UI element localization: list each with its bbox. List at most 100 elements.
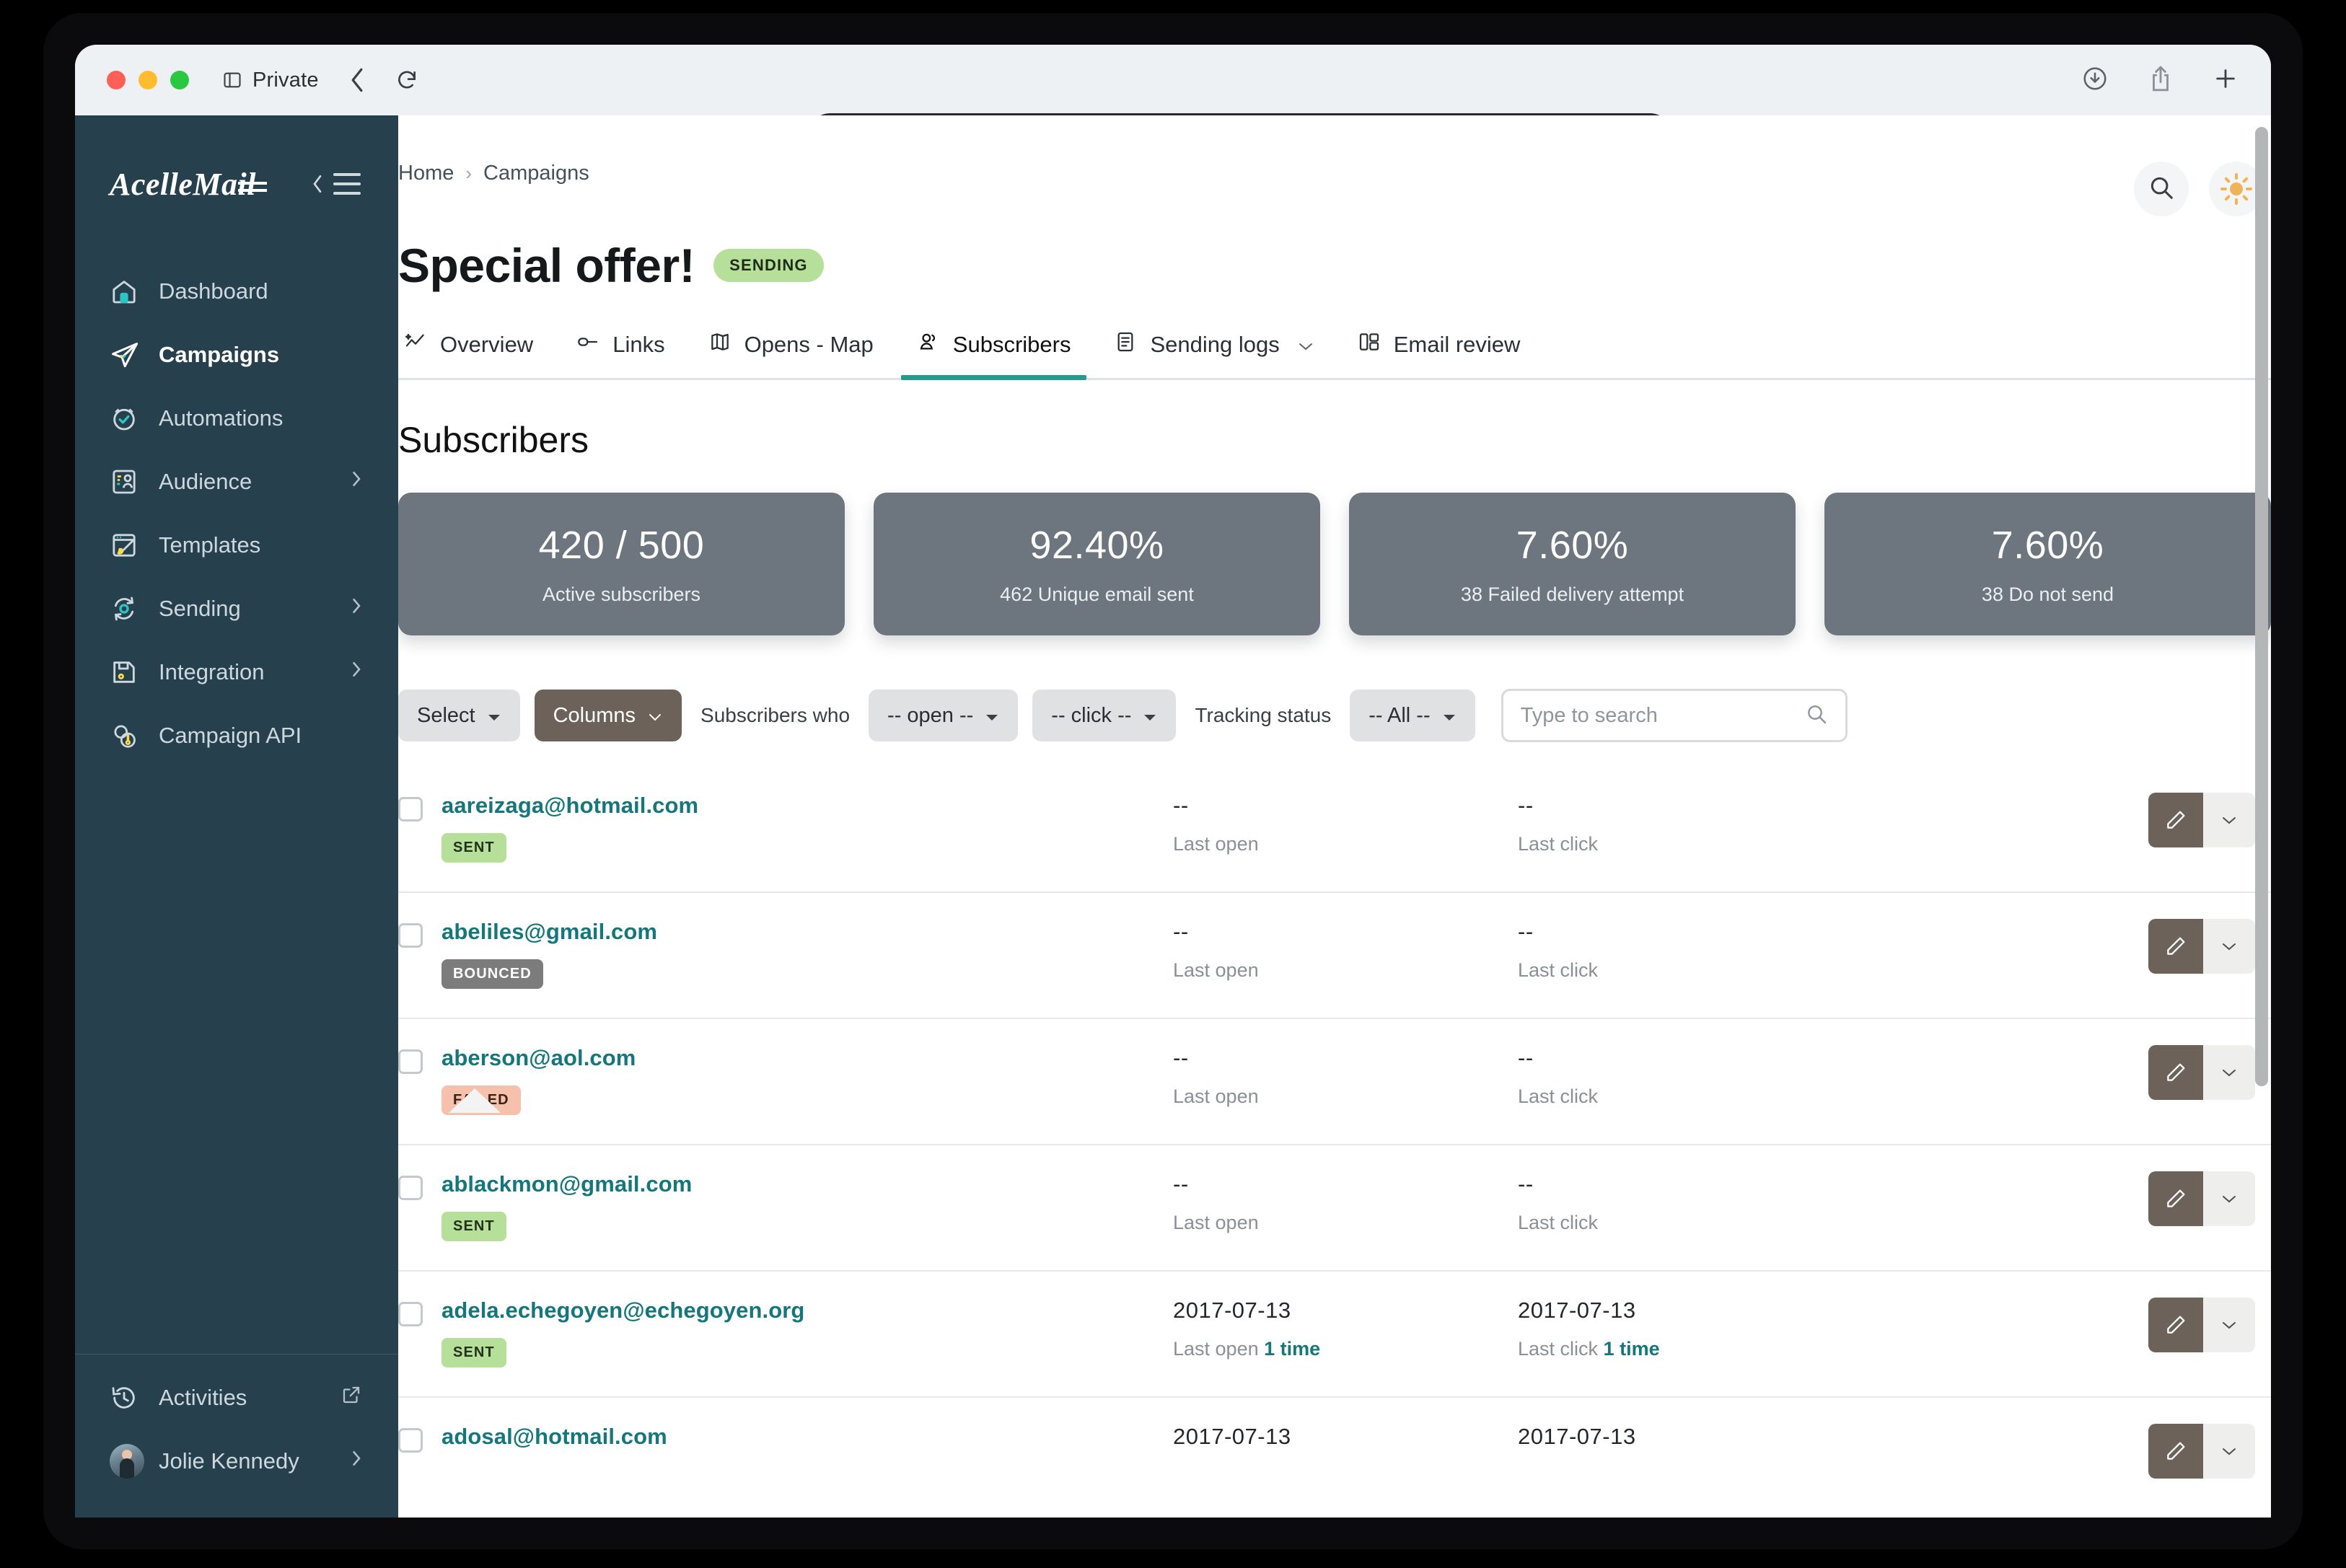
tab-email-review[interactable]: Email review xyxy=(1336,330,1542,378)
browser-nav-buttons[interactable] xyxy=(348,66,418,94)
row-checkbox[interactable] xyxy=(398,1176,423,1200)
table-row[interactable]: adela.echegoyen@echegoyen.org SENT 2017-… xyxy=(398,1272,2271,1398)
browser-toolbar: Private M demo.acellemail.com/campaigns/… xyxy=(75,45,2271,159)
row-checkbox[interactable] xyxy=(398,797,423,822)
search-field-wrapper[interactable] xyxy=(1501,689,1848,742)
row-checkbox[interactable] xyxy=(398,1049,423,1074)
status-badge: SENDING xyxy=(713,249,824,282)
edit-subscriber-button[interactable] xyxy=(2148,1424,2203,1479)
click-filter-dropdown[interactable]: -- click -- xyxy=(1032,690,1177,741)
search-button[interactable] xyxy=(2134,162,2189,216)
sidebar-item-dashboard[interactable]: Dashboard xyxy=(75,260,398,323)
maximize-window-button[interactable] xyxy=(170,71,189,89)
row-checkbox[interactable] xyxy=(398,1302,423,1326)
sidebar-user-menu[interactable]: Jolie Kennedy xyxy=(75,1430,398,1493)
window-traffic-lights[interactable] xyxy=(107,71,189,89)
row-more-button[interactable] xyxy=(2203,1298,2255,1352)
browser-toolbar-actions[interactable] xyxy=(2082,65,2238,96)
tracking-status-value: -- All -- xyxy=(1368,703,1431,727)
sidebar-item-integration[interactable]: Integration xyxy=(75,640,398,704)
row-checkbox[interactable] xyxy=(398,1428,423,1453)
open-filter-dropdown[interactable]: -- open -- xyxy=(869,690,1019,741)
columns-dropdown[interactable]: Columns xyxy=(534,690,682,741)
edit-subscriber-button[interactable] xyxy=(2148,793,2203,847)
tooltip-arrow xyxy=(449,1088,501,1113)
tracking-status-dropdown[interactable]: -- All -- xyxy=(1350,690,1475,741)
edit-subscriber-button[interactable] xyxy=(2148,1171,2203,1226)
sidebar-item-templates[interactable]: Templates xyxy=(75,514,398,577)
breadcrumb-item-campaigns[interactable]: Campaigns xyxy=(483,162,589,185)
row-more-button[interactable] xyxy=(2203,793,2255,847)
page-title: Special offer! xyxy=(398,239,695,292)
tab-opens-map[interactable]: Opens - Map xyxy=(687,330,895,378)
table-row[interactable]: abeliles@gmail.com BOUNCED -- Last open … xyxy=(398,893,2271,1019)
chevron-right-icon xyxy=(349,659,362,686)
back-button[interactable] xyxy=(348,66,366,94)
tab-links[interactable]: Links xyxy=(555,330,686,378)
chevron-down-icon xyxy=(487,704,501,728)
row-more-button[interactable] xyxy=(2203,919,2255,974)
edit-subscriber-button[interactable] xyxy=(2148,919,2203,974)
sending-sync-icon xyxy=(110,594,141,623)
table-row[interactable]: adosal@hotmail.com 2017-07-13 2017-07-13 xyxy=(398,1398,2271,1507)
app-logo[interactable]: Acelle Mail xyxy=(110,166,267,203)
sidebar-collapse-button[interactable] xyxy=(310,172,361,195)
breadcrumb-item-home[interactable]: Home xyxy=(398,162,454,185)
last-open-count: 1 time xyxy=(1264,1338,1321,1360)
subscriber-email-link[interactable]: aberson@aol.com xyxy=(441,1045,1173,1071)
integration-plug-icon xyxy=(110,658,141,687)
minimize-window-button[interactable] xyxy=(139,71,157,89)
people-icon xyxy=(917,330,940,359)
tab-label: Email review xyxy=(1393,332,1521,357)
row-status-badge: SENT xyxy=(441,1338,506,1367)
sidebar-item-audience[interactable]: Audience xyxy=(75,450,398,514)
paper-plane-icon xyxy=(110,340,141,370)
tab-sending-logs[interactable]: Sending logs xyxy=(1092,330,1335,378)
share-icon[interactable] xyxy=(2148,65,2173,96)
sidebar-item-campaigns[interactable]: Campaigns xyxy=(75,323,398,387)
table-row[interactable]: aberson@aol.com FAILED -- Last open -- L… xyxy=(398,1019,2271,1145)
tab-label: Subscribers xyxy=(952,332,1071,357)
sidebar-item-campaign-api[interactable]: Campaign API xyxy=(75,704,398,767)
tab-subscribers[interactable]: Subscribers xyxy=(895,330,1093,380)
last-click-value: -- xyxy=(1518,919,1534,944)
sidebar-item-label: Audience xyxy=(159,469,252,494)
tab-overview[interactable]: Overview xyxy=(398,330,555,378)
cell-actions xyxy=(1863,1298,2271,1352)
select-dropdown[interactable]: Select xyxy=(398,690,520,741)
row-checkbox[interactable] xyxy=(398,923,423,948)
subscriber-email-link[interactable]: adosal@hotmail.com xyxy=(441,1424,1173,1450)
subscriber-email-link[interactable]: abeliles@gmail.com xyxy=(441,919,1173,945)
chevron-down-icon[interactable] xyxy=(1297,332,1314,358)
reload-button[interactable] xyxy=(395,68,418,92)
cell-actions xyxy=(1863,1171,2271,1226)
sidebar-item-sending[interactable]: Sending xyxy=(75,577,398,640)
private-browsing-indicator[interactable]: Private xyxy=(222,69,319,92)
stat-card-active-subscribers: 420 / 500 Active subscribers xyxy=(398,493,845,635)
page-scrollbar[interactable] xyxy=(2255,127,2268,1086)
edit-subscriber-button[interactable] xyxy=(2148,1298,2203,1352)
clock-check-icon xyxy=(110,404,141,433)
downloads-icon[interactable] xyxy=(2082,66,2108,95)
subscriber-email-link[interactable]: ablackmon@gmail.com xyxy=(441,1171,1173,1197)
new-tab-icon[interactable] xyxy=(2213,66,2238,94)
sidebar-item-label: Sending xyxy=(159,596,241,621)
sidebar-item-automations[interactable]: Automations xyxy=(75,387,398,450)
cell-email: abeliles@gmail.com BOUNCED xyxy=(423,919,1173,989)
row-more-button[interactable] xyxy=(2203,1424,2255,1479)
table-row[interactable]: aareizaga@hotmail.com SENT -- Last open … xyxy=(398,767,2271,893)
search-input[interactable] xyxy=(1520,703,1805,728)
close-window-button[interactable] xyxy=(107,71,126,89)
sidebar-item-activities[interactable]: Activities xyxy=(75,1366,398,1430)
sidebar-toggle-icon[interactable] xyxy=(222,70,242,90)
row-status-badge: BOUNCED xyxy=(441,959,543,989)
edit-subscriber-button[interactable] xyxy=(2148,1045,2203,1100)
table-row[interactable]: ablackmon@gmail.com SENT -- Last open --… xyxy=(398,1145,2271,1272)
row-more-button[interactable] xyxy=(2203,1045,2255,1100)
cell-email: adela.echegoyen@echegoyen.org SENT xyxy=(423,1298,1173,1367)
row-more-button[interactable] xyxy=(2203,1171,2255,1226)
subscriber-email-link[interactable]: adela.echegoyen@echegoyen.org xyxy=(441,1298,1173,1323)
analytics-icon xyxy=(404,330,427,359)
audience-icon xyxy=(110,467,141,496)
subscriber-email-link[interactable]: aareizaga@hotmail.com xyxy=(441,793,1173,819)
